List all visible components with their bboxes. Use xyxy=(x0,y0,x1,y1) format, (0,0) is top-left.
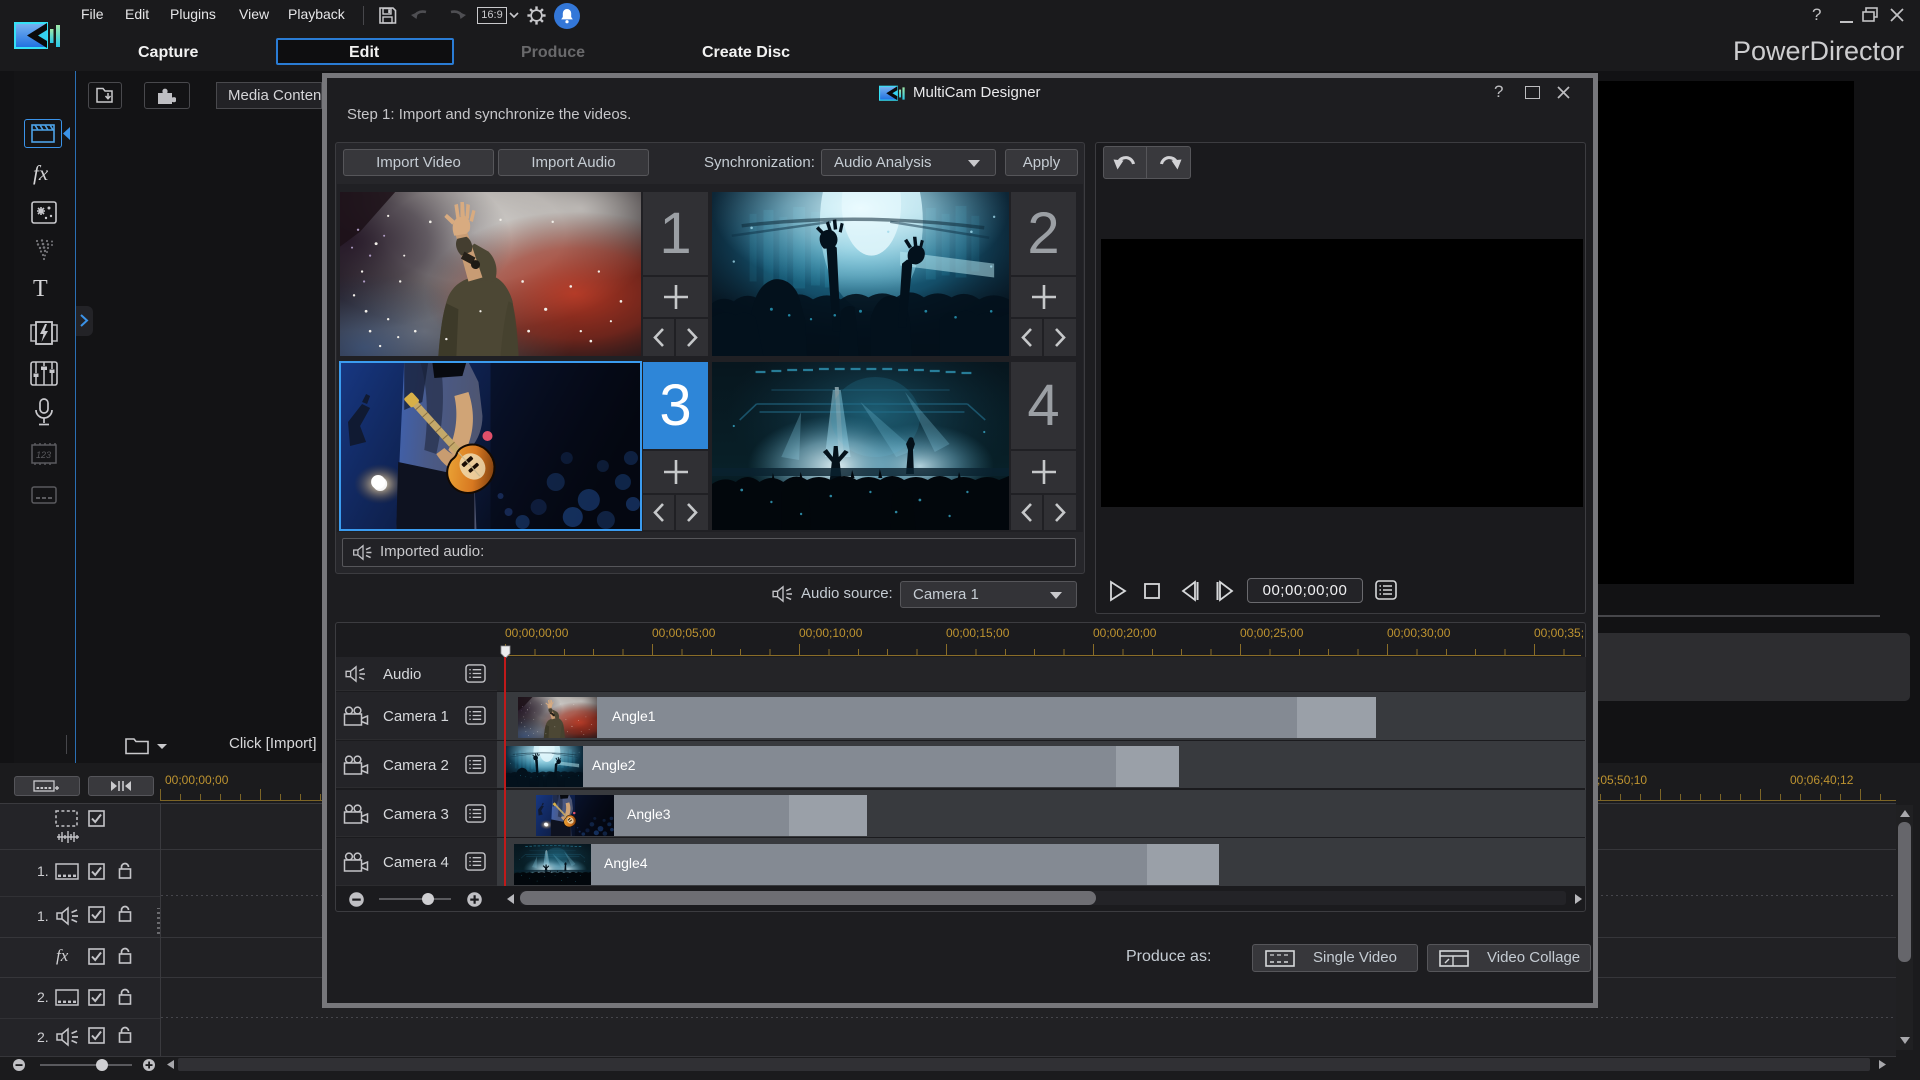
svg-text:123: 123 xyxy=(36,450,51,460)
